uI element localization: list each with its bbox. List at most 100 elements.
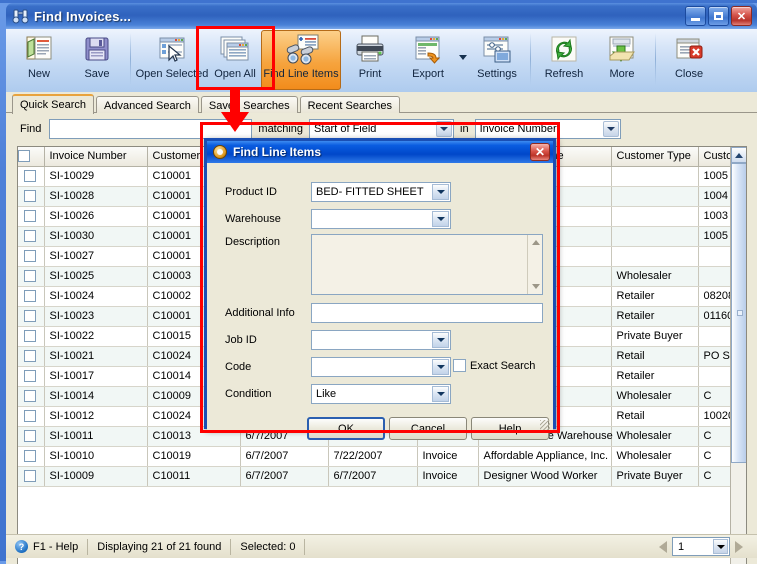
row-checkbox[interactable]	[24, 450, 37, 463]
cell-invoice-number: SI-10022	[44, 326, 148, 347]
row-select-cell[interactable]	[18, 426, 45, 447]
column-header-invoice-number[interactable]: Invoice Number	[44, 147, 148, 167]
toolbar-button-more[interactable]: More	[593, 30, 651, 90]
chevron-down-icon[interactable]	[432, 211, 449, 227]
row-checkbox[interactable]	[24, 310, 37, 323]
chevron-down-icon[interactable]	[457, 29, 468, 85]
select-all-checkbox[interactable]	[18, 150, 30, 163]
grid-vertical-scrollbar[interactable]	[730, 147, 746, 564]
row-select-cell[interactable]	[18, 266, 45, 287]
matching-mode-dropdown[interactable]: Start of Field	[309, 119, 455, 139]
dialog-resize-grip[interactable]	[540, 420, 550, 430]
row-select-cell[interactable]	[18, 446, 45, 467]
table-row[interactable]: SI-10009 C10011 6/7/2007 6/7/2007 Invoice Des…	[18, 466, 732, 487]
row-checkbox[interactable]	[24, 330, 37, 343]
help-button[interactable]: Help	[471, 417, 549, 440]
row-checkbox[interactable]	[24, 350, 37, 363]
chevron-down-icon[interactable]	[432, 184, 449, 200]
toolbar-button-export[interactable]: Export	[399, 30, 457, 90]
row-checkbox[interactable]	[24, 250, 37, 263]
row-checkbox[interactable]	[24, 170, 37, 183]
row-checkbox[interactable]	[24, 470, 37, 483]
chevron-down-icon[interactable]	[432, 386, 449, 402]
toolbar-button-save[interactable]: Save	[68, 30, 126, 90]
toolbar-button-new[interactable]: New	[10, 30, 68, 90]
field-job-id: Job ID	[225, 330, 451, 350]
triangle-left-icon[interactable]	[659, 540, 667, 553]
exact-search-checkbox-row[interactable]: Exact Search	[453, 359, 535, 372]
scroll-down-button[interactable]	[528, 279, 543, 294]
chevron-down-icon[interactable]	[432, 359, 449, 375]
row-select-cell[interactable]	[18, 166, 45, 187]
tab-quick-search[interactable]: Quick Search	[12, 94, 95, 114]
row-select-cell[interactable]	[18, 226, 45, 247]
row-select-cell[interactable]	[18, 186, 45, 207]
row-checkbox[interactable]	[24, 190, 37, 203]
chevron-down-icon[interactable]	[432, 332, 449, 348]
warehouse-dropdown[interactable]	[311, 209, 451, 229]
status-help[interactable]: ? F1 - Help	[6, 538, 89, 555]
row-checkbox[interactable]	[24, 370, 37, 383]
select-all-header[interactable]	[18, 147, 45, 167]
row-select-cell[interactable]	[18, 246, 45, 267]
scroll-up-button[interactable]	[731, 147, 746, 163]
column-header-customer-po[interactable]: Customer PO	[698, 147, 732, 167]
tab-advanced-search[interactable]: Advanced Search	[96, 96, 199, 114]
row-select-cell[interactable]	[18, 326, 45, 347]
scroll-up-button[interactable]	[528, 235, 543, 250]
row-select-cell[interactable]	[18, 206, 45, 227]
product-id-dropdown[interactable]: BED- FITTED SHEET	[311, 182, 451, 202]
search-input[interactable]	[49, 119, 253, 139]
row-select-cell[interactable]	[18, 386, 45, 407]
row-select-cell[interactable]	[18, 366, 45, 387]
toolbar-button-open-all[interactable]: Open All	[209, 30, 261, 90]
row-select-cell[interactable]	[18, 306, 45, 327]
cell-date: 6/7/2007	[240, 466, 329, 487]
row-checkbox[interactable]	[24, 430, 37, 443]
table-row[interactable]: SI-10010 C10019 6/7/2007 7/22/2007 Invoice Af…	[18, 446, 732, 467]
row-select-cell[interactable]	[18, 286, 45, 307]
row-checkbox[interactable]	[24, 290, 37, 303]
chevron-down-icon[interactable]	[602, 121, 619, 137]
row-checkbox[interactable]	[24, 390, 37, 403]
row-select-cell[interactable]	[18, 406, 45, 427]
job-id-dropdown[interactable]	[311, 330, 451, 350]
description-scrollbar[interactable]	[527, 235, 542, 294]
row-checkbox[interactable]	[24, 230, 37, 243]
row-checkbox[interactable]	[24, 410, 37, 423]
chevron-down-icon[interactable]	[436, 121, 453, 137]
maximize-button[interactable]	[708, 6, 729, 26]
toolbar-button-open-selected[interactable]: Open Selected	[135, 30, 209, 90]
window-title: Find Invoices...	[34, 8, 132, 24]
row-select-cell[interactable]	[18, 466, 45, 487]
condition-value: Like	[316, 388, 337, 400]
search-field-dropdown[interactable]: Invoice Number	[474, 119, 621, 139]
cancel-button[interactable]: Cancel	[389, 417, 467, 440]
chevron-down-icon[interactable]	[713, 539, 728, 554]
exact-search-checkbox[interactable]	[453, 359, 466, 372]
additional-info-input[interactable]	[311, 303, 543, 323]
code-dropdown[interactable]	[311, 357, 451, 377]
dialog-close-button[interactable]: ✕	[530, 143, 550, 161]
application-window: Find Invoices... ✕ New Save Open Selecte…	[0, 0, 757, 564]
page-number-dropdown[interactable]: 1	[672, 537, 730, 556]
column-header-customer-type[interactable]: Customer Type	[611, 147, 699, 167]
toolbar-button-refresh[interactable]: Refresh	[535, 30, 593, 90]
triangle-right-icon[interactable]	[735, 540, 743, 553]
ok-button[interactable]: OK	[307, 417, 385, 440]
row-checkbox[interactable]	[24, 270, 37, 283]
row-checkbox[interactable]	[24, 210, 37, 223]
close-button[interactable]: ✕	[731, 6, 752, 26]
toolbar-button-find-line-items[interactable]: Find Line Items	[261, 30, 341, 90]
toolbar-button-close[interactable]: Close	[660, 30, 718, 90]
description-textarea[interactable]	[311, 234, 543, 295]
tab-saved-searches[interactable]: Saved Searches	[200, 96, 298, 114]
minimize-button[interactable]	[685, 6, 706, 26]
toolbar-button-settings[interactable]: Settings	[468, 30, 526, 90]
toolbar-button-print[interactable]: Print	[341, 30, 399, 90]
tab-recent-searches[interactable]: Recent Searches	[299, 96, 400, 114]
vertical-scroll-thumb[interactable]	[731, 163, 746, 463]
cell-customer-type: Retail	[611, 346, 699, 367]
condition-dropdown[interactable]: Like	[311, 384, 451, 404]
row-select-cell[interactable]	[18, 346, 45, 367]
